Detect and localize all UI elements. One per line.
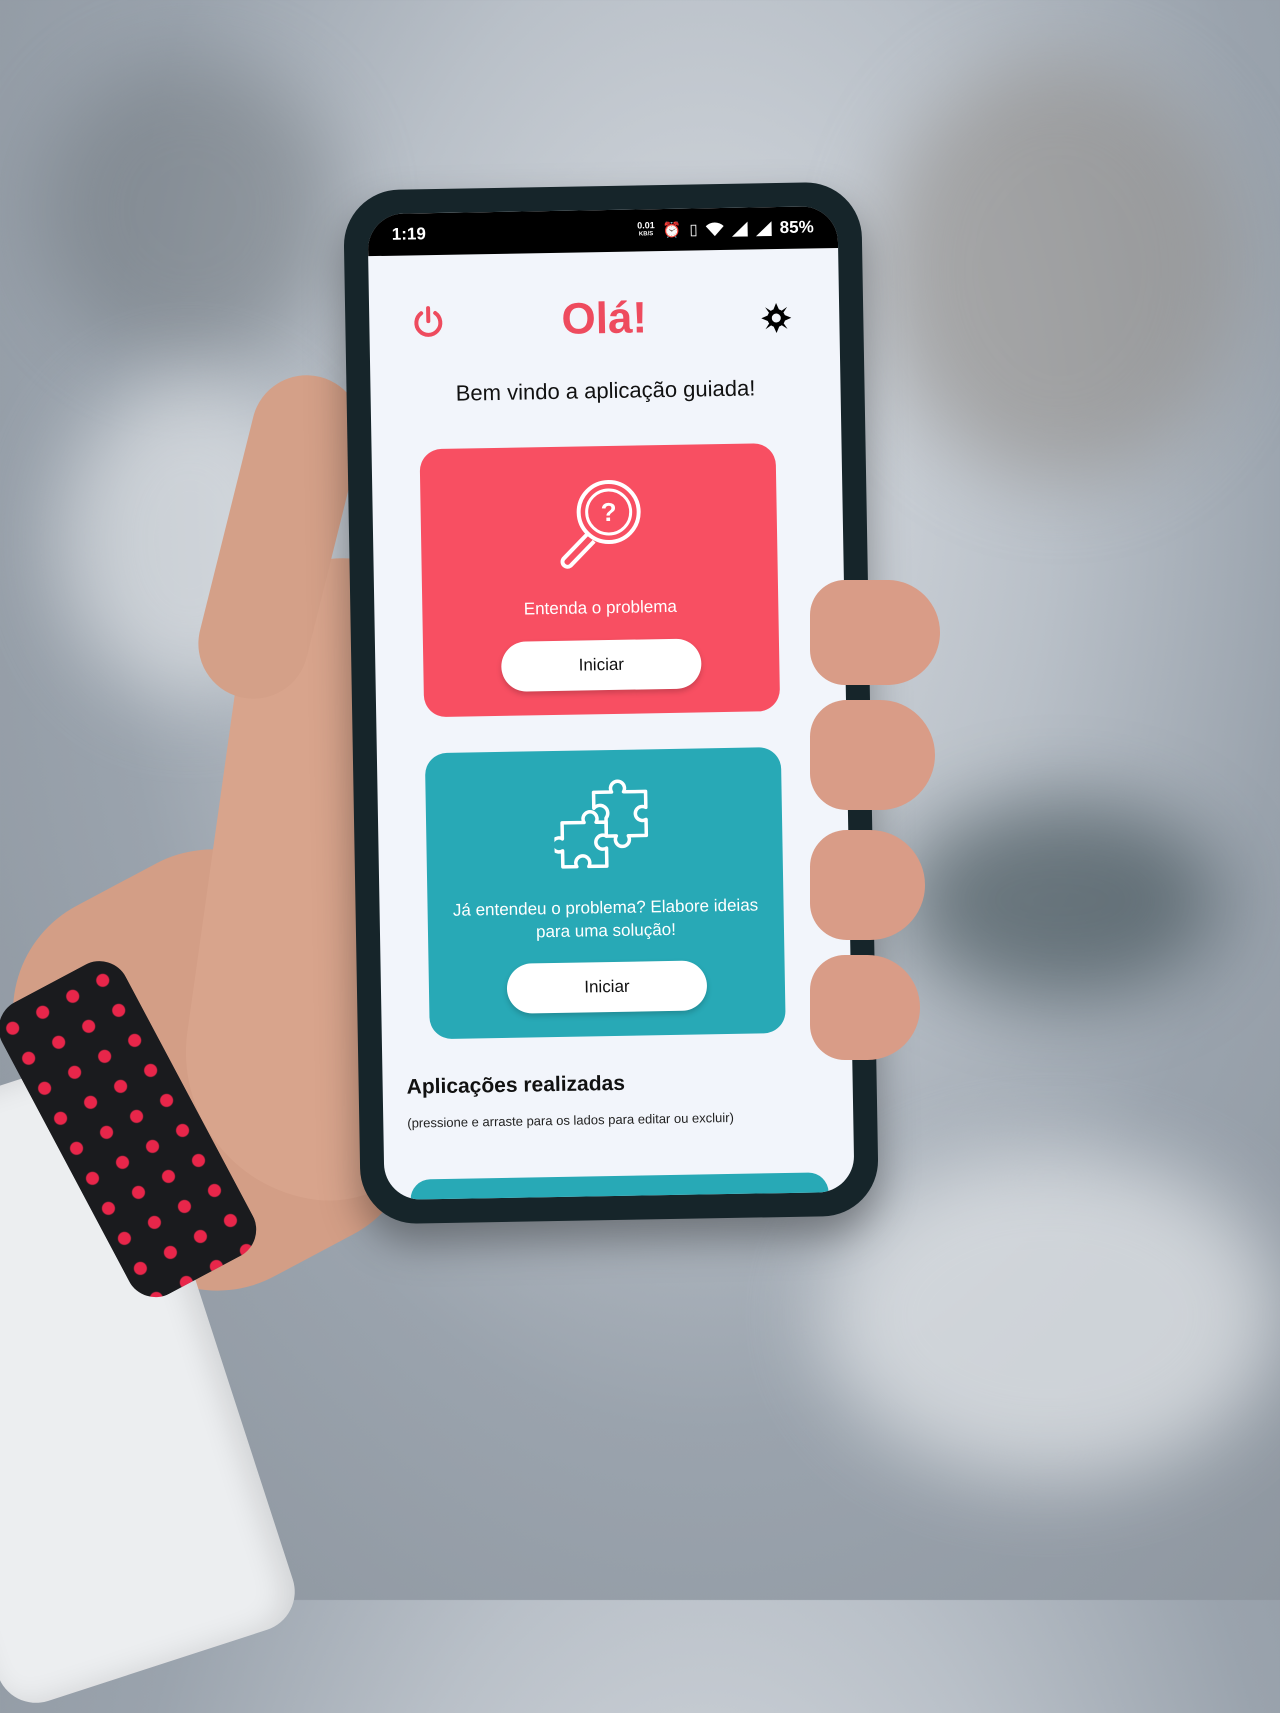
net-speed-unit: KB/S	[637, 230, 655, 239]
net-speed: 0.01 KB/S	[637, 221, 655, 239]
applications-title: Aplicações realizadas	[406, 1072, 625, 1100]
puzzle-icon	[553, 777, 655, 879]
background-blur	[820, 1150, 1280, 1480]
finger	[810, 830, 925, 940]
finger	[810, 955, 920, 1060]
alarm-icon: ⏰	[663, 221, 682, 239]
header: Olá!	[368, 248, 840, 356]
battery-level: 85%	[780, 217, 814, 238]
ideas-card: Já entendeu o problema? Elabore ideias p…	[425, 747, 786, 1039]
background-blur	[40, 60, 340, 360]
svg-text:?: ?	[600, 497, 616, 527]
status-icons: 0.01 KB/S ⏰ ▯ 85%	[637, 217, 814, 240]
understand-problem-card: ? Entenda o problema Iniciar	[420, 443, 781, 717]
finger	[810, 580, 940, 685]
background-blur	[880, 60, 1240, 480]
card-text: Entenda o problema	[446, 593, 754, 621]
signal-icon	[756, 221, 772, 236]
start-understand-button[interactable]: Iniciar	[501, 638, 702, 691]
phone: 1:19 0.01 KB/S ⏰ ▯ 85% Olá!	[343, 182, 879, 1225]
list-item[interactable]	[410, 1172, 829, 1200]
wifi-icon	[706, 221, 724, 236]
net-speed-value: 0.01	[637, 220, 655, 230]
start-ideas-button[interactable]: Iniciar	[507, 960, 708, 1013]
background-blur	[900, 800, 1220, 1000]
magnifier-question-icon: ?	[548, 473, 650, 575]
finger	[810, 700, 935, 810]
phone-screen: 1:19 0.01 KB/S ⏰ ▯ 85% Olá!	[367, 206, 854, 1200]
vibrate-icon: ▯	[689, 220, 698, 238]
signal-icon	[732, 221, 748, 236]
applications-hint: (pressione e arraste para os lados para …	[407, 1110, 734, 1131]
settings-gear-icon[interactable]	[761, 303, 792, 334]
status-time: 1:19	[392, 224, 426, 245]
card-text: Já entendeu o problema? Elabore ideias p…	[451, 893, 760, 944]
welcome-subtitle: Bem vindo a aplicação guiada!	[370, 374, 840, 408]
